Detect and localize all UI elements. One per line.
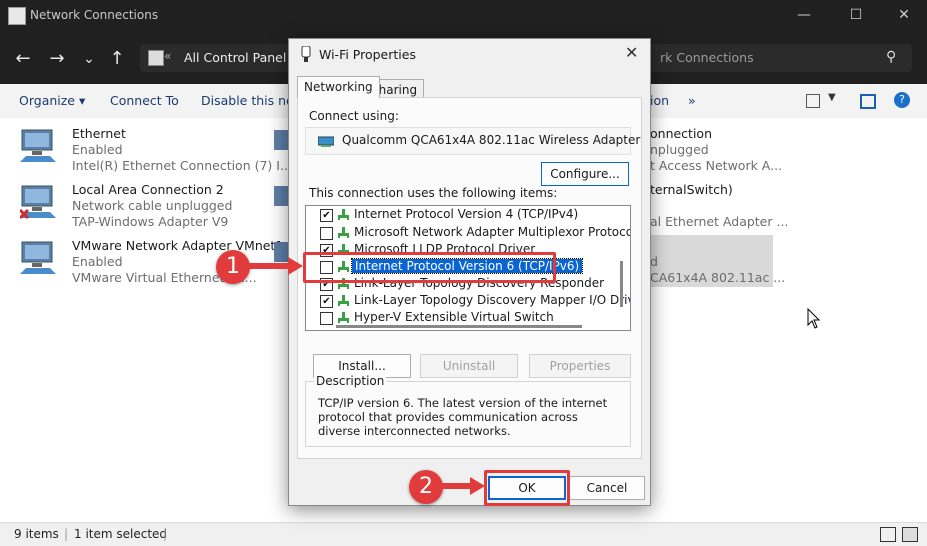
status-bar: 9 items | 1 item selected | [0,522,927,546]
connection-status: Network cable unplugged [72,198,233,213]
dialog-title: Wi-Fi Properties [319,47,416,62]
more-commands-label[interactable]: ion [650,93,669,108]
help-icon[interactable]: ? [894,92,910,108]
connection-name: ternalSwitch) [650,182,733,197]
connection-status: d [650,254,658,269]
connection-name: Local Area Connection 2 [72,182,224,197]
view-options-icon[interactable] [806,94,820,108]
list-item[interactable]: Local Area Connection 2 Network cable un… [20,182,270,232]
step2-badge: 2 [409,470,443,504]
list-item-label: Microsoft Network Adapter Multiplexor Pr… [354,225,631,239]
network-card-icon [318,136,334,147]
connection-device: Intel(R) Ethernet Connection (7) I... [72,158,292,173]
checkbox-unchecked[interactable] [320,312,333,325]
minimize-button[interactable]: — [790,4,818,26]
items-label: This connection uses the following items… [309,186,558,200]
tab-networking[interactable]: Networking [297,76,380,98]
window-title: Network Connections [30,8,159,22]
horizontal-scrollbar[interactable] [336,325,582,328]
connection-status: nplugged [650,142,709,157]
description-group: Description TCP/IP version 6. The latest… [305,374,631,447]
connection-device: t Access Network A... [650,158,783,173]
connection-device: al Ethernet Adapter ... [650,214,789,229]
forward-icon[interactable]: → [46,48,68,70]
wifi-adapter-icon [301,46,311,62]
connect-to-button[interactable]: Connect To [110,93,179,108]
large-icons-view-icon[interactable] [902,527,918,542]
network-connections-icon [8,7,26,25]
divider: | [64,527,69,541]
uninstall-button[interactable]: Uninstall [420,354,518,378]
adapter-name: Qualcomm QCA61x4A 802.11ac Wireless Adap… [342,133,641,147]
details-view-icon[interactable] [880,527,896,542]
cancel-button[interactable]: Cancel [569,476,645,500]
search-input[interactable]: rk Connections [660,50,754,65]
items-count: 9 items [14,527,59,541]
up-icon[interactable]: ↑ [106,48,128,70]
description-text: TCP/IP version 6. The latest version of … [318,396,608,438]
connection-name: onnection [650,126,712,141]
control-panel-icon [148,50,164,66]
step2-highlight-box [484,470,570,506]
connection-status: Enabled [72,142,123,157]
checkbox-checked[interactable]: ✔ [320,209,333,222]
list-item[interactable]: Microsoft Network Adapter Multiplexor Pr… [306,224,630,241]
step1-badge: 1 [216,250,250,284]
connection-name: VMware Network Adapter VMnet1 [72,238,284,253]
network-adapter-icon [20,241,56,274]
connection-status: Enabled [72,254,123,269]
close-window-button[interactable]: ✕ [890,4,918,26]
vertical-scrollbar[interactable] [620,261,623,307]
dialog-close-button[interactable]: ✕ [625,43,638,62]
back-icon[interactable]: ← [12,48,34,70]
list-item-label: Internet Protocol Version 4 (TCP/IPv4) [354,207,579,221]
step2-arrow-icon [440,477,485,495]
list-item[interactable]: Hyper-V Extensible Virtual Switch [306,309,606,326]
step1-arrow-icon [248,257,303,275]
breadcrumb-overflow-icon[interactable]: « [164,49,171,63]
mouse-cursor-icon [807,308,821,329]
divider: | [163,527,168,541]
network-adapter-icon [274,130,288,150]
title-bar: Network Connections — ☐ ✕ [0,0,927,32]
organize-menu[interactable]: Organize ▾ [19,93,85,108]
network-adapter-icon [20,129,56,162]
maximize-button[interactable]: ☐ [842,4,870,26]
network-adapter-icon [274,186,288,206]
checkbox-checked[interactable]: ✔ [320,295,333,308]
properties-button[interactable]: Properties [529,354,631,378]
list-item[interactable]: ✔ Internet Protocol Version 4 (TCP/IPv4) [306,206,606,223]
connect-using-label: Connect using: [309,109,399,123]
connection-name: Ethernet [72,126,126,141]
protocol-icon [338,227,349,238]
connection-device: TAP-Windows Adapter V9 [72,214,229,229]
list-item[interactable]: ✔ Link-Layer Topology Discovery Mapper I/… [306,292,630,309]
network-adapter-disconnected-icon [20,185,56,220]
connection-device: CA61x4A 802.11ac ... [650,270,786,285]
checkbox-unchecked[interactable] [320,227,333,240]
list-item-label: Link-Layer Topology Discovery Mapper I/O… [354,293,631,307]
protocol-icon [338,295,349,306]
list-item-label: Hyper-V Extensible Virtual Switch [354,310,554,324]
search-icon[interactable]: ⚲ [886,49,896,65]
recent-locations-icon[interactable]: ⌄ [78,48,100,70]
more-commands-icon[interactable]: » [688,93,696,108]
chevron-down-icon[interactable]: ▼ [828,92,836,103]
search-box[interactable]: rk Connections ⚲ [640,44,912,72]
step1-highlight-box [303,252,556,283]
selected-count: 1 item selected [74,527,168,541]
description-label: Description [314,374,387,388]
list-item[interactable]: Ethernet Enabled Intel(R) Ethernet Conne… [20,126,292,176]
configure-button[interactable]: Configure... [541,162,629,186]
adapter-field: Qualcomm QCA61x4A 802.11ac Wireless Adap… [305,127,640,155]
protocol-icon [338,209,349,220]
preview-pane-icon[interactable] [860,94,876,109]
protocol-icon [338,312,349,323]
